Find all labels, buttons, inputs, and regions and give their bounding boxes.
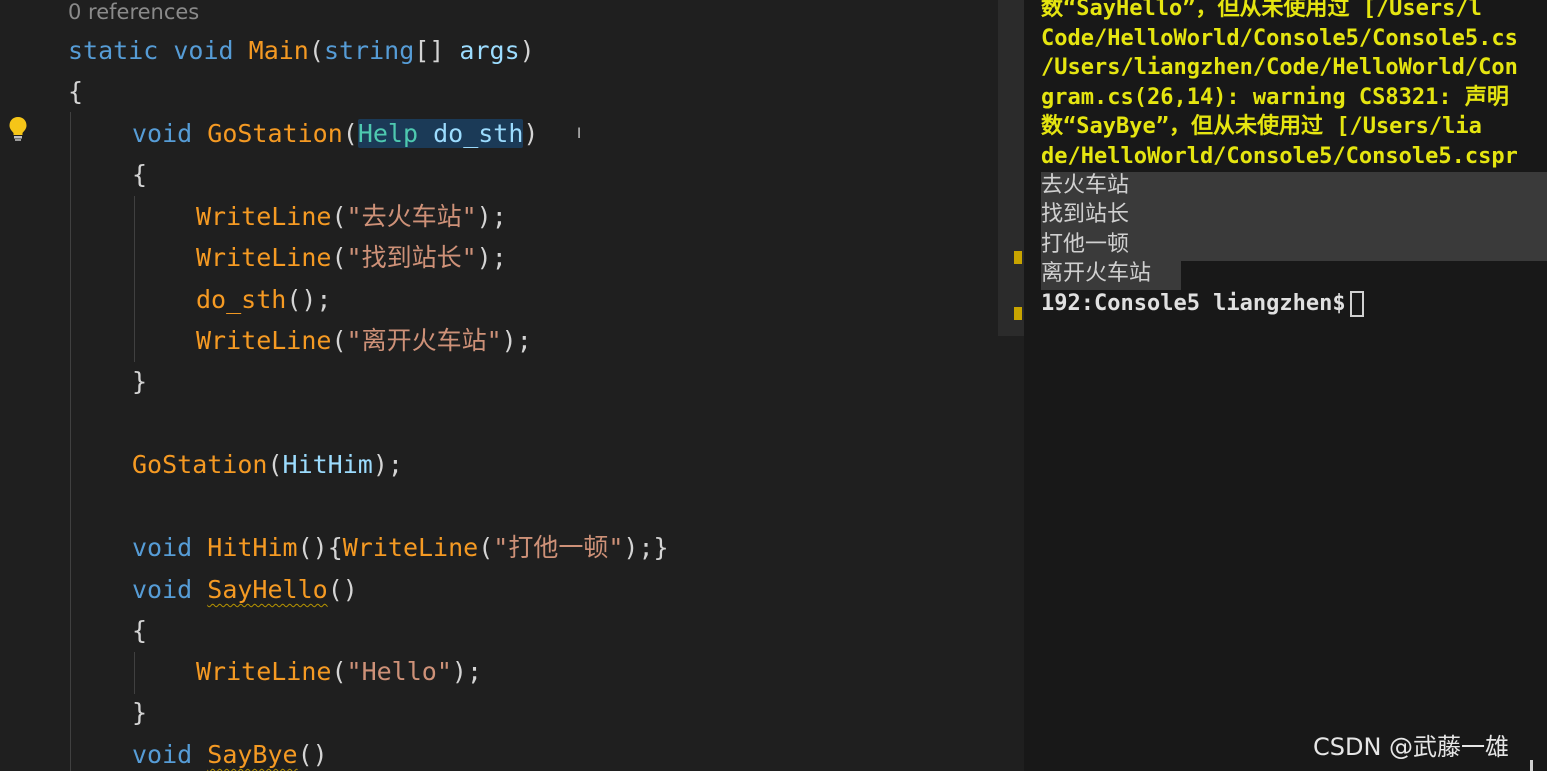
- terminal-output-line: 去火车站: [1041, 173, 1130, 198]
- parameter-name: args: [459, 36, 520, 65]
- terminal-warning-line: de/HelloWorld/Console5/Console5.cspr: [1041, 144, 1518, 169]
- punctuation: (): [297, 740, 328, 769]
- corner-mark: [1530, 760, 1533, 771]
- indent-guide: [134, 652, 135, 694]
- method-call: WriteLine: [196, 657, 332, 686]
- method-name: GoStation: [207, 119, 343, 148]
- watermark: CSDN @武藤一雄: [1313, 733, 1510, 761]
- code-line-6[interactable]: WriteLine("找到站长");: [196, 239, 507, 277]
- keyword: void: [132, 119, 193, 148]
- code-line-2[interactable]: {: [68, 73, 83, 111]
- punctuation: (: [331, 243, 347, 272]
- code-line-10[interactable]: GoStation(HitHim);: [132, 446, 403, 484]
- terminal-output-line: 打他一顿: [1041, 232, 1130, 257]
- code-line-14[interactable]: WriteLine("Hello");: [196, 653, 482, 691]
- punctuation: );: [476, 202, 507, 231]
- parameter-name: do_sth: [433, 119, 524, 148]
- method-call: WriteLine: [196, 326, 332, 355]
- code-line-4[interactable]: {: [132, 156, 147, 194]
- terminal-prompt-line[interactable]: 192:Console5 liangzhen$: [1041, 289, 1364, 319]
- indent-guide: [134, 196, 135, 362]
- punctuation: (: [331, 202, 347, 231]
- terminal-warning-line: 数“SayBye”，但从未使用过 [/Users/lia: [1041, 114, 1482, 139]
- scrollbar-thumb[interactable]: [998, 0, 1024, 336]
- text-cursor-icon: I: [577, 126, 582, 142]
- punctuation: []: [414, 36, 445, 65]
- code-line-5[interactable]: WriteLine("去火车站");: [196, 198, 507, 236]
- punctuation: (): [327, 575, 358, 604]
- terminal-warning-line: gram.cs(26,14): warning CS8321: 声明: [1041, 85, 1509, 110]
- string-literal: "打他一顿": [493, 533, 624, 562]
- argument-name: HitHim: [282, 450, 373, 479]
- lightbulb-icon[interactable]: [8, 116, 28, 142]
- close-brace: }: [132, 367, 148, 396]
- string-literal: "去火车站": [346, 202, 477, 231]
- code-line-12[interactable]: void SayHello(): [132, 571, 358, 609]
- delegate-call: do_sth: [196, 285, 287, 314]
- punctuation: );: [372, 450, 403, 479]
- punctuation: );}: [623, 533, 669, 562]
- punctuation: );: [451, 657, 482, 686]
- open-brace: {: [132, 616, 148, 645]
- code-line-8[interactable]: WriteLine("离开火车站");: [196, 322, 532, 360]
- code-editor[interactable]: 0 references static void Main(string[] a…: [0, 0, 998, 771]
- punctuation: (: [331, 326, 347, 355]
- punctuation: );: [501, 326, 532, 355]
- method-call: WriteLine: [196, 202, 332, 231]
- method-call: GoStation: [132, 450, 268, 479]
- text-selection[interactable]: Help do_sth: [357, 119, 524, 148]
- punctuation: ): [523, 119, 539, 148]
- code-line-16[interactable]: void SayBye(): [132, 736, 328, 771]
- keyword: void: [132, 575, 193, 604]
- punctuation: (: [267, 450, 283, 479]
- punctuation: (: [478, 533, 494, 562]
- terminal-panel[interactable]: 数“SayHello”，但从未使用过 [/Users/l Code/HelloW…: [1024, 0, 1547, 771]
- string-literal: "找到站长": [346, 243, 477, 272]
- terminal-warning-line: Code/HelloWorld/Console5/Console5.cs: [1041, 26, 1518, 51]
- punctuation: (: [331, 657, 347, 686]
- terminal-cursor: [1349, 291, 1364, 317]
- code-line-3[interactable]: void GoStation(Help do_sth): [132, 115, 538, 153]
- method-name: HitHim: [207, 533, 298, 562]
- code-line-13[interactable]: {: [132, 612, 147, 650]
- codelens-references[interactable]: 0 references: [68, 0, 199, 25]
- code-line-15[interactable]: }: [132, 694, 147, 732]
- terminal-output-line: 找到站长: [1041, 202, 1130, 227]
- string-literal: "Hello": [346, 657, 452, 686]
- warning-marker: [1014, 307, 1022, 320]
- punctuation: );: [476, 243, 507, 272]
- method-call: WriteLine: [342, 533, 479, 562]
- editor-scrollbar[interactable]: [998, 0, 1024, 771]
- punctuation: ): [519, 36, 535, 65]
- code-line-1[interactable]: static void Main(string[] args): [68, 32, 535, 70]
- keyword: static: [68, 36, 159, 65]
- keyword: void: [132, 740, 193, 769]
- method-name-warning[interactable]: SayBye: [207, 740, 297, 769]
- type-name: Help: [357, 119, 419, 148]
- keyword: void: [132, 533, 193, 562]
- punctuation: (){: [297, 533, 343, 562]
- method-call: WriteLine: [196, 243, 332, 272]
- open-brace: {: [132, 160, 148, 189]
- terminal-prompt: 192:Console5 liangzhen$: [1041, 291, 1346, 316]
- keyword: void: [173, 36, 234, 65]
- indent-guide: [70, 112, 71, 771]
- warning-marker: [1014, 251, 1022, 264]
- code-line-9[interactable]: }: [132, 363, 147, 401]
- method-name: Main: [248, 36, 309, 65]
- code-line-11[interactable]: void HitHim(){WriteLine("打他一顿");}: [132, 529, 669, 567]
- punctuation: (: [308, 36, 324, 65]
- punctuation: ();: [286, 285, 332, 314]
- terminal-warning-line: 数“SayHello”，但从未使用过 [/Users/l: [1041, 0, 1482, 21]
- terminal-output-line: 离开火车站: [1041, 261, 1152, 286]
- method-name-warning[interactable]: SayHello: [207, 575, 327, 604]
- string-literal: "离开火车站": [346, 326, 502, 355]
- close-brace: }: [132, 698, 148, 727]
- punctuation: (: [342, 119, 358, 148]
- type-name: string: [323, 36, 415, 65]
- terminal-warning-line: /Users/liangzhen/Code/HelloWorld/Con: [1041, 55, 1518, 80]
- code-line-7[interactable]: do_sth();: [196, 281, 331, 319]
- open-brace: {: [68, 77, 84, 106]
